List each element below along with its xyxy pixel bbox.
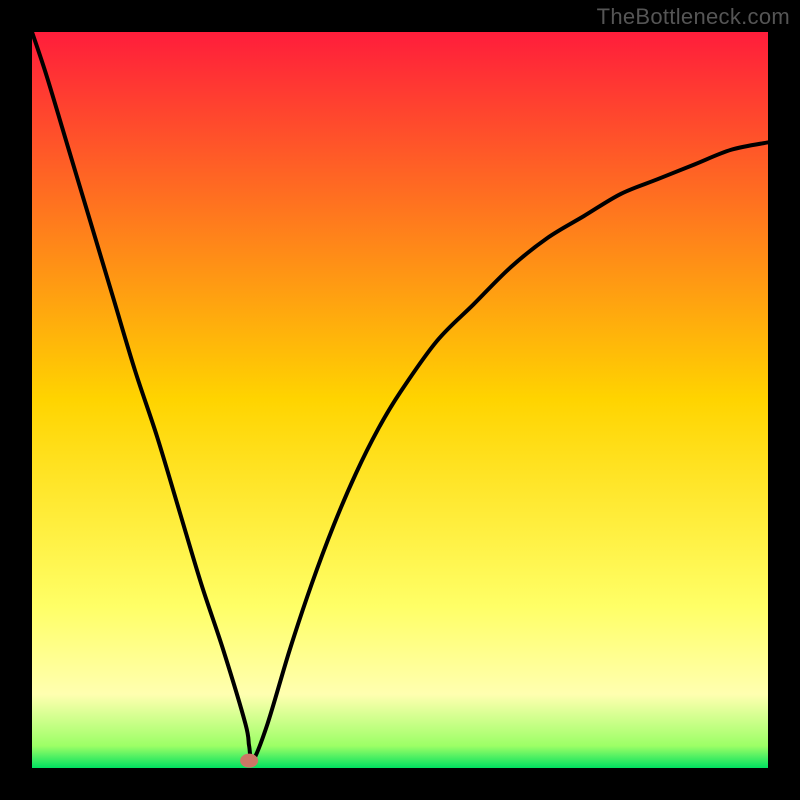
optimal-point-marker bbox=[240, 754, 258, 768]
watermark-text: TheBottleneck.com bbox=[597, 4, 790, 30]
plot-area bbox=[32, 32, 768, 768]
chart-frame: TheBottleneck.com bbox=[0, 0, 800, 800]
chart-svg bbox=[32, 32, 768, 768]
gradient-background bbox=[32, 32, 768, 768]
